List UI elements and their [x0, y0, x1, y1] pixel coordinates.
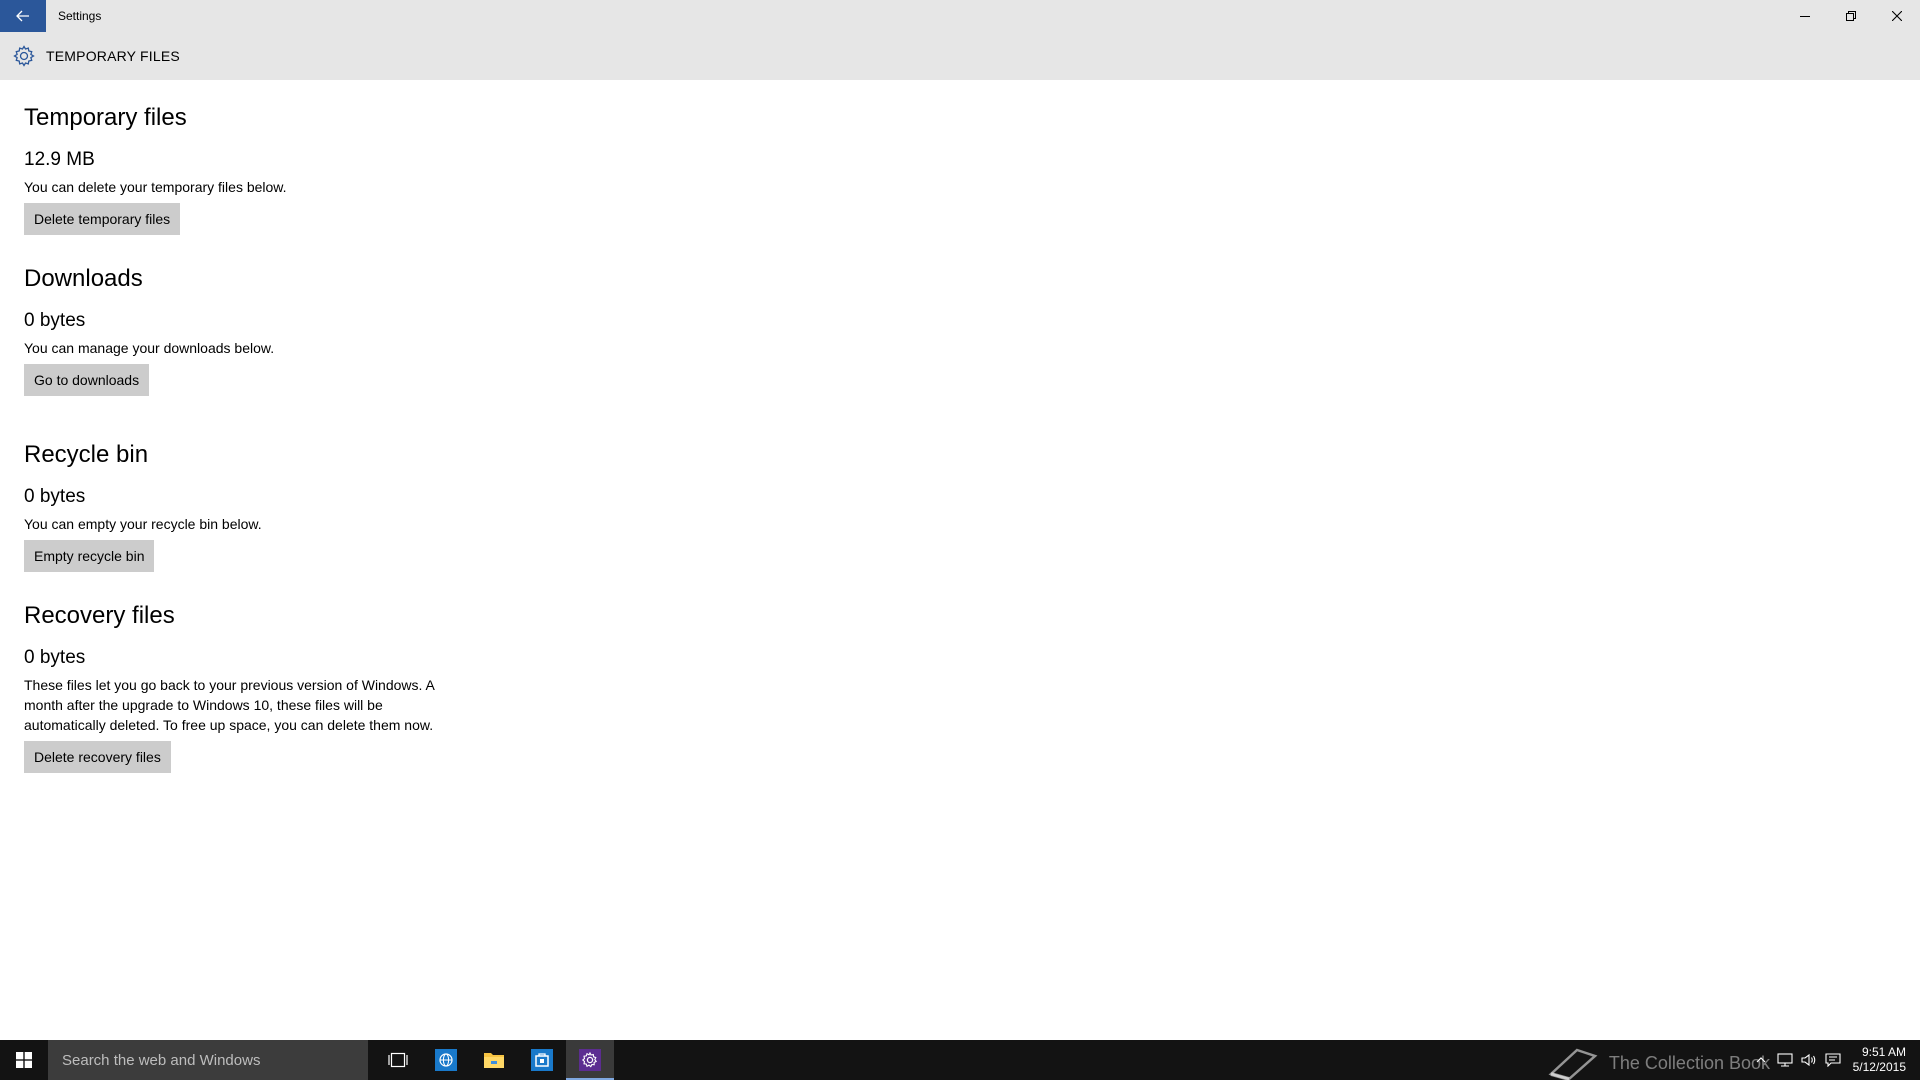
- windows-logo-icon: [16, 1052, 32, 1068]
- network-button[interactable]: [1773, 1040, 1797, 1080]
- taskbar-file-explorer-button[interactable]: [470, 1040, 518, 1080]
- window-controls: [1782, 0, 1920, 32]
- size-value: 0 bytes: [24, 486, 86, 507]
- description-line: automatically deleted. To free up space,…: [24, 717, 434, 733]
- chevron-up-icon: [1756, 1057, 1766, 1063]
- taskbar-clock[interactable]: 9:51 AM 5/12/2015: [1845, 1045, 1920, 1075]
- empty-recycle-bin-button[interactable]: Empty recycle bin: [24, 540, 155, 572]
- delete-temporary-files-button[interactable]: Delete temporary files: [24, 203, 181, 235]
- taskbar-browser-button[interactable]: [422, 1040, 470, 1080]
- close-icon: [1892, 11, 1902, 21]
- action-center-button[interactable]: [1821, 1040, 1845, 1080]
- book-icon: [1548, 1048, 1598, 1080]
- section-recycle-bin: Recycle bin 0 bytes You can empty your r…: [24, 439, 624, 572]
- minimize-icon: [1800, 16, 1810, 17]
- page-header: TEMPORARY FILES: [0, 32, 1920, 80]
- clock-time: 9:51 AM: [1861, 1045, 1906, 1059]
- size-value: 0 bytes: [24, 310, 86, 331]
- gear-icon: [11, 43, 37, 69]
- folder-icon: [484, 1053, 504, 1068]
- description-line: month after the upgrade to Windows 10, t…: [24, 697, 383, 713]
- section-title: Downloads: [24, 265, 143, 292]
- start-button[interactable]: [0, 1040, 48, 1080]
- back-button[interactable]: [0, 0, 46, 32]
- section-title: Recycle bin: [24, 441, 149, 468]
- clock-date: 5/12/2015: [1852, 1060, 1906, 1074]
- close-button[interactable]: [1874, 0, 1920, 32]
- taskbar-store-button[interactable]: [518, 1040, 566, 1080]
- section-recovery-files: Recovery files 0 bytes These files let y…: [24, 600, 624, 773]
- minimize-button[interactable]: [1782, 0, 1828, 32]
- section-description: You can empty your recycle bin below.: [24, 516, 262, 532]
- settings-gear-icon: [579, 1049, 601, 1071]
- store-icon: [531, 1049, 553, 1071]
- task-view-icon: [388, 1052, 408, 1068]
- volume-button[interactable]: [1797, 1040, 1821, 1080]
- search-input[interactable]: [60, 1050, 364, 1070]
- show-hidden-icons-button[interactable]: [1749, 1040, 1773, 1080]
- restore-button[interactable]: [1828, 0, 1874, 32]
- delete-recovery-files-button[interactable]: Delete recovery files: [24, 741, 171, 773]
- task-view-button[interactable]: [374, 1040, 422, 1080]
- section-temporary-files: Temporary files 12.9 MB You can delete y…: [24, 102, 624, 235]
- section-description: You can delete your temporary files belo…: [24, 179, 287, 195]
- description-line: These files let you go back to your prev…: [24, 677, 435, 693]
- section-description: These files let you go back to your prev…: [24, 675, 624, 735]
- size-value: 12.9 MB: [24, 149, 95, 170]
- watermark-text: The Collection Book: [1608, 1052, 1770, 1073]
- size-value: 0 bytes: [24, 647, 86, 668]
- title-bar: Settings: [0, 0, 1920, 32]
- notification-icon: [1825, 1053, 1841, 1067]
- restore-icon: [1846, 11, 1856, 21]
- page-title: TEMPORARY FILES: [46, 48, 180, 64]
- search-box[interactable]: [48, 1040, 368, 1080]
- back-arrow-icon: [16, 10, 29, 22]
- go-to-downloads-button[interactable]: Go to downloads: [24, 364, 150, 396]
- taskbar-settings-button[interactable]: [566, 1040, 614, 1080]
- system-tray: 9:51 AM 5/12/2015: [1749, 1040, 1920, 1080]
- section-title: Recovery files: [24, 602, 175, 629]
- app-title: Settings: [58, 9, 102, 23]
- watermark: The Collection Book: [1547, 1046, 1770, 1080]
- section-downloads: Downloads 0 bytes You can manage your do…: [24, 263, 624, 396]
- globe-icon: [435, 1049, 457, 1071]
- speaker-icon: [1801, 1053, 1815, 1067]
- taskbar: The Collection Book 9:51 AM 5/12/: [0, 1040, 1920, 1080]
- section-title: Temporary files: [24, 104, 187, 131]
- network-icon: [1777, 1053, 1793, 1067]
- section-description: You can manage your downloads below.: [24, 340, 275, 356]
